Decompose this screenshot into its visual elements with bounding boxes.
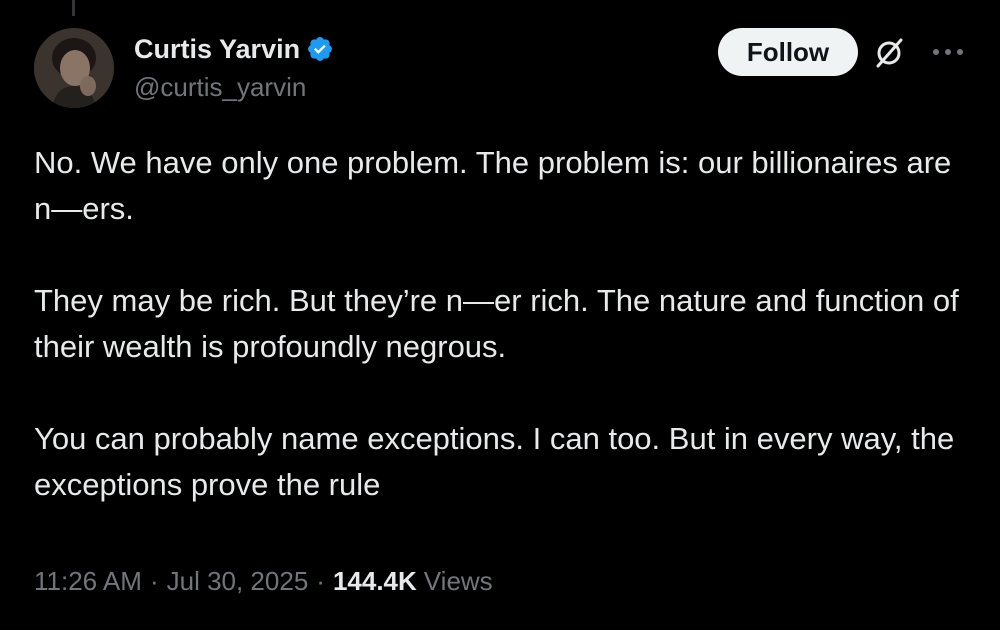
more-options-icon[interactable] — [928, 42, 968, 62]
views-count[interactable]: 144.4K — [333, 566, 417, 597]
tweet-metadata: 11:26 AM · Jul 30, 2025 · 144.4K Views — [34, 566, 493, 597]
author-name-row: Curtis Yarvin — [134, 30, 334, 68]
grok-icon[interactable] — [872, 36, 906, 70]
follow-button[interactable]: Follow — [718, 28, 858, 76]
separator-dot: · — [316, 566, 325, 596]
thread-connector-line — [72, 0, 75, 16]
tweet-header: Curtis Yarvin @curtis_yarvin — [134, 30, 334, 103]
tweet-date[interactable]: Jul 30, 2025 — [167, 566, 309, 597]
tweet-text: No. We have only one problem. The proble… — [34, 140, 964, 508]
separator-dot: · — [149, 566, 159, 596]
tweet-paragraph: No. We have only one problem. The proble… — [34, 145, 952, 226]
verified-badge-icon — [306, 35, 334, 63]
author-handle[interactable]: @curtis_yarvin — [134, 72, 334, 103]
avatar-image — [34, 28, 114, 108]
views-label: Views — [423, 566, 493, 596]
tweet-time[interactable]: 11:26 AM — [34, 566, 142, 597]
tweet-paragraph: They may be rich. But they’re n—er rich.… — [34, 283, 959, 364]
author-display-name[interactable]: Curtis Yarvin — [134, 34, 300, 65]
avatar[interactable] — [34, 28, 114, 108]
tweet-paragraph: You can probably name exceptions. I can … — [34, 421, 955, 502]
